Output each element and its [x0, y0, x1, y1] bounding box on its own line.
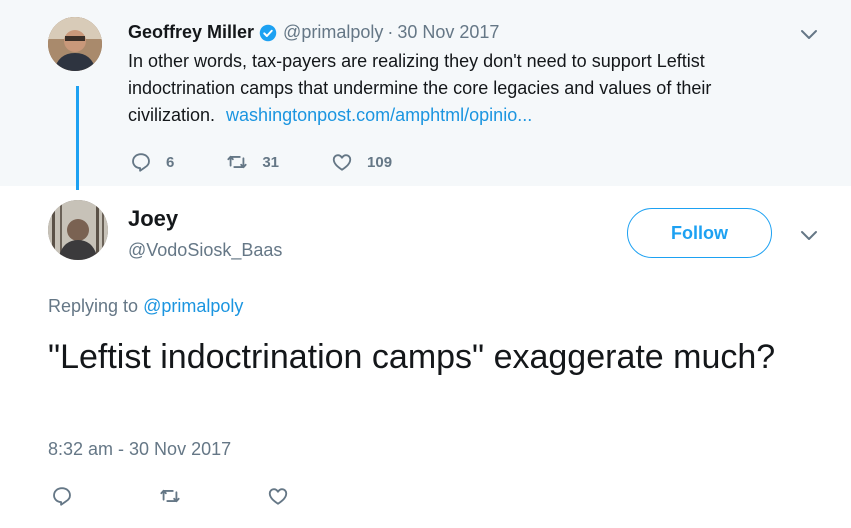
follow-button[interactable]: Follow [627, 208, 772, 258]
tweet-link[interactable]: washingtonpost.com/amphtml/opinio... [226, 105, 532, 125]
parent-tweet[interactable]: Geoffrey Miller @primalpoly · 30 Nov 201… [0, 0, 851, 186]
parent-date[interactable]: 30 Nov 2017 [397, 22, 499, 43]
verified-badge-icon [259, 24, 277, 42]
parent-tweet-text: In other words, tax-payers are realizing… [128, 48, 788, 129]
chevron-down-icon[interactable] [799, 28, 819, 42]
like-icon[interactable] [267, 485, 289, 507]
reply-tweet-text: "Leftist indoctrination camps" exaggerat… [48, 338, 776, 376]
reply-icon[interactable] [130, 151, 152, 173]
retweet-icon[interactable] [159, 485, 181, 507]
reply-retweet-action[interactable] [159, 485, 181, 507]
parent-like-action[interactable]: 109 [331, 151, 392, 173]
thread-connector-line [76, 86, 79, 190]
replying-mention[interactable]: @primalpoly [143, 296, 243, 316]
parent-author-name[interactable]: Geoffrey Miller [128, 22, 254, 43]
reply-timestamp[interactable]: 8:32 am - 30 Nov 2017 [48, 439, 231, 460]
parent-avatar[interactable] [48, 17, 102, 71]
retweet-count: 31 [262, 153, 280, 171]
parent-reply-action[interactable]: 6 [130, 151, 174, 173]
parent-actions: 6 31 109 [130, 151, 444, 173]
chevron-down-icon[interactable] [799, 229, 819, 243]
like-icon[interactable] [331, 151, 353, 173]
reply-like-action[interactable] [267, 485, 289, 507]
replying-to: Replying to @primalpoly [48, 296, 243, 317]
reply-author-name[interactable]: Joey [128, 206, 178, 232]
reply-icon[interactable] [51, 485, 73, 507]
parent-separator: · [387, 22, 394, 42]
replying-prefix: Replying to [48, 296, 139, 316]
parent-retweet-action[interactable]: 31 [226, 151, 279, 173]
retweet-icon[interactable] [226, 151, 248, 173]
reply-reply-action[interactable] [51, 485, 73, 507]
like-count: 109 [367, 153, 393, 171]
reply-author-handle[interactable]: @VodoSiosk_Baas [128, 240, 282, 261]
reply-avatar[interactable] [48, 200, 108, 260]
parent-author-handle[interactable]: @primalpoly [283, 22, 383, 43]
parent-header: Geoffrey Miller @primalpoly · 30 Nov 201… [128, 22, 499, 43]
reply-count: 6 [166, 153, 175, 171]
reply-actions [51, 485, 341, 507]
